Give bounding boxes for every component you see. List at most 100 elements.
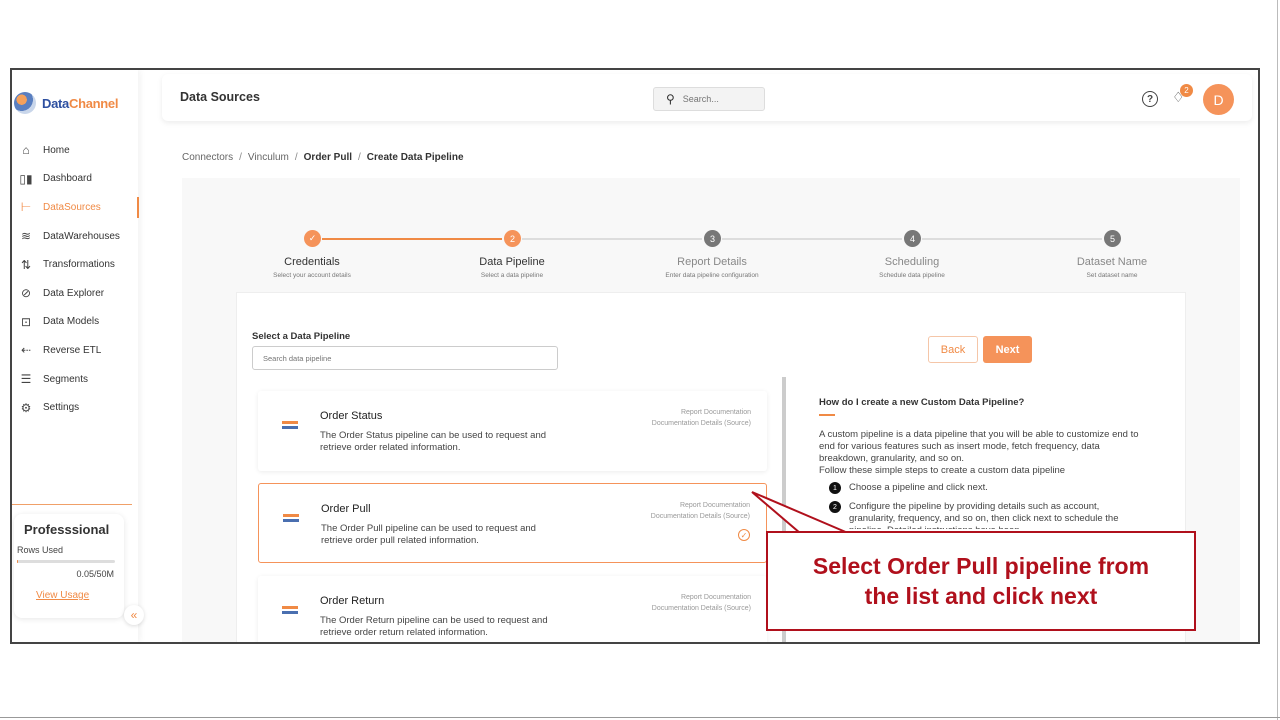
datasources-icon: ⊢ — [20, 200, 32, 215]
breadcrumb-connectors[interactable]: Connectors — [182, 152, 233, 163]
breadcrumb-order-pull[interactable]: Order Pull — [304, 152, 352, 163]
step-3-label: Report Details — [677, 256, 747, 268]
documentation-details-link[interactable]: Documentation Details (Source) — [651, 513, 750, 520]
pipeline-description: The Order Return pipeline can be used to… — [320, 615, 548, 638]
search-icon: ⚲ — [666, 92, 675, 106]
database-icon: ≋ — [20, 229, 32, 244]
sidebar-item-home[interactable]: ⌂ Home — [12, 136, 138, 165]
pipeline-description: The Order Pull pipeline can be used to r… — [321, 523, 536, 546]
step-3-subtitle: Enter data pipeline configuration — [665, 272, 759, 279]
slide-edge-line — [1277, 0, 1278, 720]
report-documentation-link[interactable]: Report Documentation — [680, 502, 750, 509]
step-1-subtitle: Select your account details — [273, 272, 351, 279]
help-icon[interactable]: ? — [1142, 91, 1158, 107]
sidebar-nav: ⌂ Home ▯▮ Dashboard ⊢ DataSources ≋ DataWarehou… — [12, 136, 139, 422]
view-usage-link[interactable]: View Usage — [36, 590, 89, 601]
step-2-subtitle: Select a data pipeline — [480, 272, 544, 279]
segments-icon: ☰ — [20, 372, 32, 387]
sidebar-item-label: Dashboard — [43, 173, 92, 185]
callout-box: Select Order Pull pipeline from the list… — [766, 531, 1196, 631]
sidebar-item-datasources[interactable]: ⊢ DataSources — [12, 193, 139, 222]
sidebar-item-reverse-etl[interactable]: ⇠ Reverse ETL — [12, 336, 138, 365]
vinculum-logo-icon — [282, 421, 298, 431]
rows-used-label: Rows Used — [17, 545, 64, 555]
step-5-subtitle: Set dataset name — [1086, 272, 1138, 279]
pipeline-name: Order Pull — [321, 503, 371, 515]
page-title: Data Sources — [180, 90, 260, 104]
select-pipeline-title: Select a Data Pipeline — [252, 331, 351, 342]
stepper-connector — [322, 238, 502, 240]
breadcrumb: Connectors / Vinculum / Order Pull / Cre… — [182, 152, 464, 163]
rows-used-value: 0.05/50M — [76, 569, 114, 579]
step-1-label: Credentials — [284, 256, 340, 268]
sidebar-item-transformations[interactable]: ⇅ Transformations — [12, 250, 138, 279]
sidebar-item-label: Settings — [43, 402, 80, 414]
report-documentation-link[interactable]: Report Documentation — [681, 409, 751, 416]
sidebar-item-settings[interactable]: ⚙ Settings — [12, 393, 138, 422]
sidebar-item-label: Data Models — [43, 316, 100, 328]
help-step-text: Choose a pipeline and click next. — [849, 482, 988, 493]
pipeline-description: The Order Status pipeline can be used to… — [320, 430, 547, 453]
pipeline-search-input[interactable] — [252, 346, 558, 370]
documentation-details-link[interactable]: Documentation Details (Source) — [652, 605, 751, 612]
help-body-text: A custom pipeline is a data pipeline tha… — [819, 429, 1139, 464]
explorer-icon: ⊘ — [20, 286, 32, 301]
home-icon: ⌂ — [22, 143, 30, 158]
global-search[interactable]: ⚲ — [653, 87, 765, 111]
sidebar-item-label: Segments — [43, 373, 89, 385]
sidebar-item-datawarehouses[interactable]: ≋ DataWarehouses — [12, 222, 138, 251]
breadcrumb-separator: / — [358, 152, 361, 163]
help-title-underline — [819, 414, 835, 416]
vinculum-logo-icon — [282, 606, 298, 616]
help-step-text: Configure the pipeline by providing deta… — [849, 501, 1119, 529]
rows-usage-bar — [17, 560, 115, 563]
pipeline-name: Order Status — [320, 410, 383, 422]
selected-check-icon: ✓ — [738, 529, 750, 541]
sidebar-item-data-explorer[interactable]: ⊘ Data Explorer — [12, 279, 138, 308]
plan-card: Professsional Rows Used 0.05/50M View Us… — [14, 514, 124, 618]
sidebar-item-label: DataWarehouses — [43, 230, 120, 242]
transform-icon: ⇅ — [20, 257, 32, 272]
callout-line-1: Select Order Pull pipeline from — [812, 553, 1150, 579]
report-documentation-link[interactable]: Report Documentation — [681, 594, 751, 601]
logo[interactable]: DataChannel — [14, 92, 118, 114]
step-5-circle: 5 — [1104, 230, 1121, 247]
avatar[interactable]: D — [1203, 84, 1234, 115]
next-button[interactable]: Next — [983, 336, 1032, 363]
breadcrumb-current: Create Data Pipeline — [366, 152, 464, 163]
step-4-circle: 4 — [904, 230, 921, 247]
help-body: A custom pipeline is a data pipeline tha… — [819, 429, 1139, 477]
breadcrumb-vinculum[interactable]: Vinculum — [248, 152, 289, 163]
sidebar-item-label: Home — [43, 144, 70, 156]
slide-bottom-line — [0, 717, 1280, 718]
vinculum-logo-icon — [283, 514, 299, 524]
notification-badge: 2 — [1180, 84, 1193, 97]
stepper-connector — [722, 238, 902, 240]
models-icon: ⊡ — [20, 314, 32, 329]
step-4-subtitle: Schedule data pipeline — [879, 272, 945, 279]
breadcrumb-separator: / — [294, 152, 298, 163]
sidebar-item-data-models[interactable]: ⊡ Data Models — [12, 308, 138, 337]
logo-text: DataChannel — [42, 95, 119, 111]
step-3-circle: 3 — [704, 230, 721, 247]
dashboard-icon: ▯▮ — [19, 171, 33, 186]
collapse-sidebar-button[interactable]: « — [124, 605, 144, 625]
sidebar-item-label: Reverse ETL — [43, 344, 102, 356]
gear-icon: ⚙ — [20, 400, 32, 415]
back-button[interactable]: Back — [928, 336, 978, 363]
sidebar-item-label: Transformations — [43, 259, 115, 271]
reverse-etl-icon: ⇠ — [20, 343, 32, 358]
sidebar-item-dashboard[interactable]: ▯▮ Dashboard — [12, 165, 138, 194]
documentation-details-link[interactable]: Documentation Details (Source) — [652, 420, 751, 427]
pipeline-name: Order Return — [320, 595, 385, 607]
step-2-label: Data Pipeline — [479, 256, 545, 268]
step-1-circle: ✓ — [304, 230, 321, 247]
pipeline-card-order-status[interactable]: Order Status The Order Status pipeline ca… — [258, 391, 767, 471]
step-5-label: Dataset Name — [1076, 256, 1148, 268]
pipeline-card-order-pull[interactable]: Order Pull The Order Pull pipeline can be… — [258, 483, 767, 563]
help-step-number: 2 — [829, 501, 841, 513]
search-input[interactable] — [682, 94, 743, 104]
sidebar-item-segments[interactable]: ☰ Segments — [12, 365, 138, 394]
stepper-connector — [922, 238, 1102, 240]
pipeline-card-order-return[interactable]: Order Return The Order Return pipeline ca… — [258, 576, 767, 642]
